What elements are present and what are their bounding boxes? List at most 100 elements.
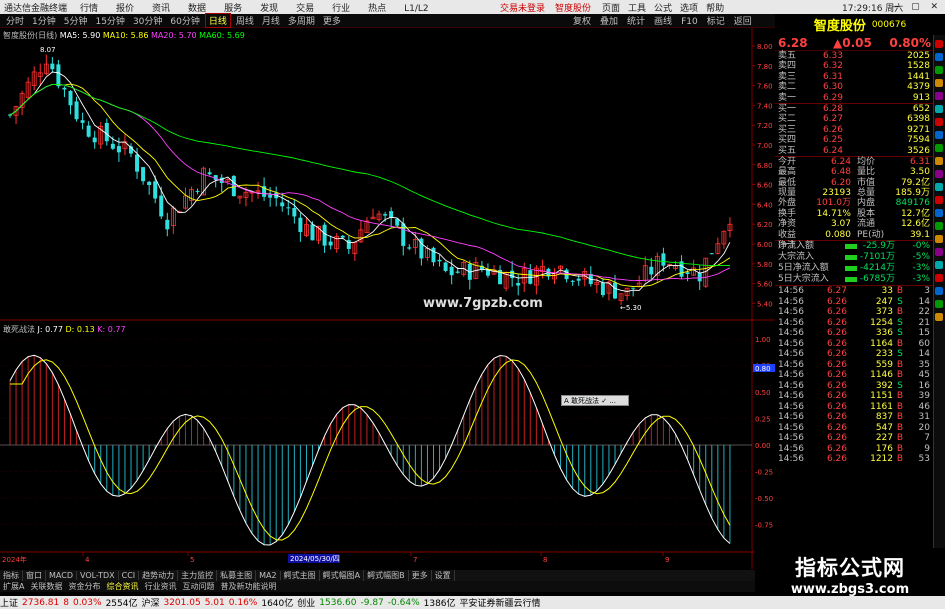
indicator-tab[interactable]: MACD	[46, 571, 77, 580]
tick-row[interactable]: 14:56 6.26 837 B 31	[775, 412, 933, 423]
period-tab[interactable]: 分时	[3, 14, 27, 27]
period-tab[interactable]: 月线	[259, 14, 283, 27]
toolbar-right-item[interactable]: 画线	[654, 17, 672, 27]
sidebar-icon[interactable]	[935, 183, 943, 191]
info-tab[interactable]: 关联数据	[27, 581, 65, 592]
tick-row[interactable]: 14:56 6.26 373 B 22	[775, 307, 933, 318]
right-menu-item[interactable]: 帮助	[706, 4, 724, 14]
info-tab[interactable]: 扩展A	[0, 581, 27, 592]
right-menu-item[interactable]: 公式	[654, 4, 672, 14]
right-sidebar[interactable]	[933, 35, 945, 550]
tick-row[interactable]: 14:56 6.26 1151 B 39	[775, 391, 933, 402]
tick-row[interactable]: 14:56 6.26 547 B 20	[775, 423, 933, 434]
toolbar-right-item[interactable]: 返回	[734, 17, 752, 27]
menu-item[interactable]: 热点	[368, 4, 386, 14]
indicator-tab[interactable]: MA2	[256, 571, 281, 580]
sidebar-icon[interactable]	[935, 300, 943, 308]
info-tabs[interactable]: 扩展A 关联数据 资金分布 综合资讯 行业资讯 互动问题 普及新功能说明	[0, 581, 755, 592]
info-tab[interactable]: 行业资讯	[141, 581, 179, 592]
indicator-tab[interactable]: 鳄式主图	[281, 570, 320, 581]
tick-list[interactable]: 14:56 6.27 33 B 3 14:56 6.26 247 S 14 14:56 6.26 373…	[775, 286, 933, 465]
sidebar-icon[interactable]	[935, 196, 943, 204]
indicator-tab[interactable]: 鳄式幅图A	[320, 570, 365, 581]
sidebar-icon[interactable]	[935, 313, 943, 321]
sidebar-icon[interactable]	[935, 248, 943, 256]
tick-row[interactable]: 14:56 6.27 33 B 3	[775, 286, 933, 297]
tick-row[interactable]: 14:56 6.26 1146 B 45	[775, 370, 933, 381]
period-tab[interactable]: 1分钟	[29, 14, 59, 27]
indicator-popup[interactable]: A 敢死战法 ✓ ...	[561, 395, 629, 406]
info-tab[interactable]: 综合资讯	[103, 581, 141, 592]
period-tab[interactable]: 周线	[233, 14, 257, 27]
window-controls[interactable]: — ▢ ✕	[891, 2, 942, 12]
sidebar-icon[interactable]	[935, 170, 943, 178]
sidebar-icon[interactable]	[935, 274, 943, 282]
sidebar-icon[interactable]	[935, 53, 943, 61]
indicator-tab[interactable]: 设置	[432, 570, 455, 581]
sidebar-icon[interactable]	[935, 92, 943, 100]
right-menu[interactable]: 页面 工具 公式 选项 帮助	[602, 1, 732, 14]
tick-row[interactable]: 14:56 6.26 559 B 35	[775, 360, 933, 371]
sidebar-icon[interactable]	[935, 118, 943, 126]
sidebar-icon[interactable]	[935, 79, 943, 87]
period-tab[interactable]: 15分钟	[92, 14, 127, 27]
sidebar-icon[interactable]	[935, 287, 943, 295]
indicator-tab[interactable]: 窗口	[23, 570, 46, 581]
indicator-tab[interactable]: 鳄式幅图B	[364, 570, 409, 581]
menu-item[interactable]: 资讯	[152, 4, 170, 14]
toolbar-right-item[interactable]: 复权	[573, 17, 591, 27]
toolbar-right-item[interactable]: 标记	[707, 17, 725, 27]
indicator-tab[interactable]: 主力监控	[178, 570, 218, 581]
indicator-tab[interactable]: 私募主图	[217, 570, 257, 581]
right-menu-item[interactable]: 页面	[602, 4, 620, 14]
menu-item[interactable]: L1/L2	[404, 4, 429, 14]
indicator-tabs[interactable]: 指标 窗口 MACD VOL-TDX CCI 趋势动力 主力监控 私募主图 MA2 鳄式主图 鳄式幅…	[0, 570, 755, 581]
sidebar-icon[interactable]	[935, 209, 943, 217]
menu-item[interactable]: 服务	[224, 4, 242, 14]
sidebar-icon[interactable]	[935, 131, 943, 139]
tick-row[interactable]: 14:56 6.26 227 B 7	[775, 433, 933, 444]
period-tab[interactable]: 多周期	[285, 14, 318, 27]
menu-item[interactable]: 发现	[260, 4, 278, 14]
tick-row[interactable]: 14:56 6.26 176 B 9	[775, 444, 933, 455]
tick-row[interactable]: 14:56 6.26 392 S 16	[775, 381, 933, 392]
tick-row[interactable]: 14:56 6.26 233 S 14	[775, 349, 933, 360]
period-tab[interactable]: 5分钟	[61, 14, 91, 27]
period-toolbar[interactable]: 分时 1分钟 5分钟 15分钟 30分钟 60分钟 日线 周线 月线 多周期 更多 复权 叠加 统计 画线 F…	[0, 13, 775, 28]
right-menu-item[interactable]: 工具	[628, 4, 646, 14]
tick-row[interactable]: 14:56 6.26 1212 B 53	[775, 454, 933, 465]
sidebar-icon[interactable]	[935, 66, 943, 74]
period-tab[interactable]: 日线	[204, 13, 231, 28]
title-link[interactable]: 智度股份	[555, 4, 591, 14]
title-links[interactable]: 交易未登录 智度股份	[500, 1, 601, 14]
sidebar-icon[interactable]	[935, 40, 943, 48]
info-tab[interactable]: 互动问题	[179, 581, 217, 592]
info-tab[interactable]: 资金分布	[65, 581, 103, 592]
sidebar-icon[interactable]	[935, 261, 943, 269]
indicator-tab[interactable]: 趋势动力	[139, 570, 179, 581]
sidebar-icon[interactable]	[935, 235, 943, 243]
sidebar-icon[interactable]	[935, 222, 943, 230]
info-tab[interactable]: 普及新功能说明	[217, 581, 279, 592]
chart-svg[interactable]: 8.00 7.80 7.60 7.40 7.20 7.00 6.80 6.60 6.40 6.20…	[0, 28, 775, 569]
indicator-tab[interactable]: 更多	[409, 570, 432, 581]
toolbar-right-item[interactable]: 统计	[627, 17, 645, 27]
indicator-tab[interactable]: CCI	[119, 571, 140, 580]
toolbar-right-item[interactable]: F10	[681, 17, 698, 27]
menu-item[interactable]: 行情	[80, 4, 98, 14]
sidebar-icon[interactable]	[935, 157, 943, 165]
toolbar-right[interactable]: 复权 叠加 统计 画线 F10 标记 返回	[573, 14, 761, 27]
main-menu[interactable]: 行情 报价 资讯 数据 服务 发现 交易 行业 热点 L1/L2	[80, 1, 447, 14]
toolbar-right-item[interactable]: 叠加	[600, 17, 618, 27]
sidebar-icon[interactable]	[935, 105, 943, 113]
menu-item[interactable]: 交易	[296, 4, 314, 14]
sidebar-icon[interactable]	[935, 144, 943, 152]
menu-item[interactable]: 数据	[188, 4, 206, 14]
tick-row[interactable]: 14:56 6.26 336 S 15	[775, 328, 933, 339]
tick-row[interactable]: 14:56 6.26 1164 B 60	[775, 339, 933, 350]
tick-row[interactable]: 14:56 6.26 1161 B 46	[775, 402, 933, 413]
right-menu-item[interactable]: 选项	[680, 4, 698, 14]
indicator-tab[interactable]: 指标	[0, 570, 23, 581]
title-link[interactable]: 交易未登录	[500, 4, 545, 14]
tick-row[interactable]: 14:56 6.26 247 S 14	[775, 297, 933, 308]
